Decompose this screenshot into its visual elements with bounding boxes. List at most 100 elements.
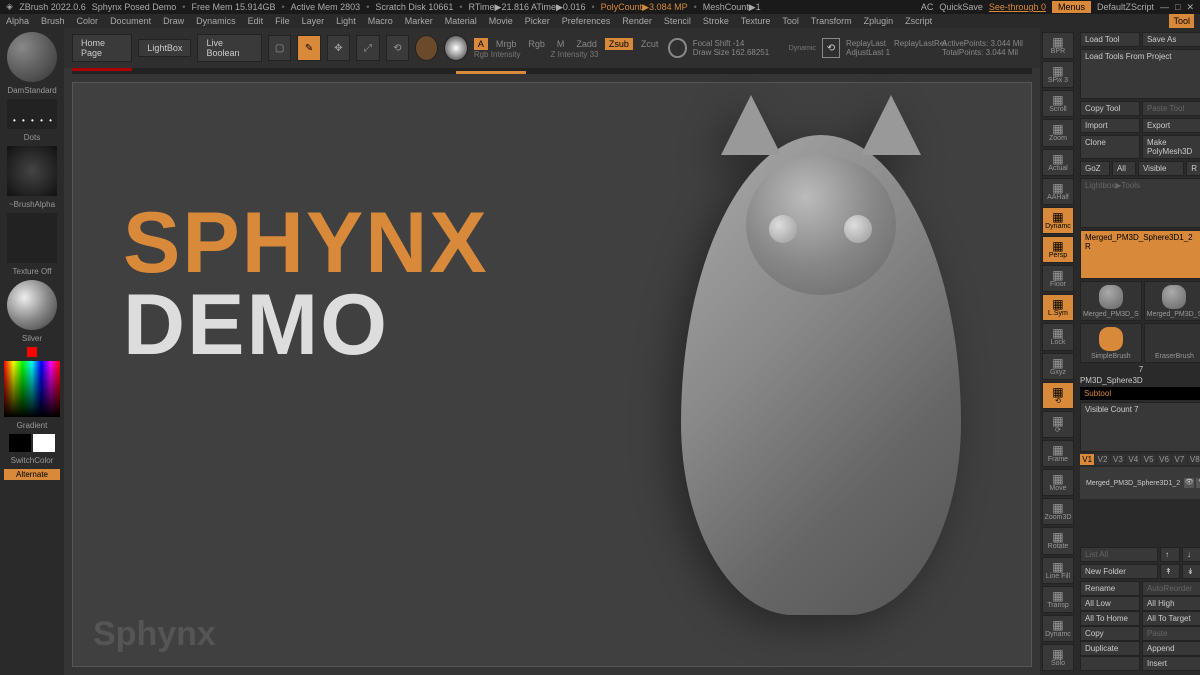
new-folder-button[interactable]: New Folder — [1080, 564, 1158, 579]
make-polymesh-button[interactable]: Make PolyMesh3D — [1142, 135, 1200, 159]
rt-rotate[interactable]: ▦Rotate — [1042, 527, 1074, 554]
nest-down-button[interactable]: ↡ — [1182, 564, 1200, 579]
v-button-v7[interactable]: V7 — [1172, 454, 1186, 465]
viewport[interactable]: SPHYNX DEMO Sphynx — [72, 82, 1032, 667]
load-tool-button[interactable]: Load Tool — [1080, 32, 1140, 47]
menu-file[interactable]: File — [275, 16, 290, 26]
all-high-button[interactable]: All High — [1142, 596, 1200, 611]
tool-thumb-2[interactable]: Merged_PM3D_S — [1144, 281, 1200, 321]
rt-actual[interactable]: ▦Actual — [1042, 149, 1074, 176]
home-page-button[interactable]: Home Page — [72, 34, 132, 62]
menu-brush[interactable]: Brush — [41, 16, 65, 26]
menu-layer[interactable]: Layer — [302, 16, 325, 26]
lightbox-button[interactable]: LightBox — [138, 39, 191, 57]
rt-scroll[interactable]: ▦Scroll — [1042, 90, 1074, 117]
draw-icon[interactable]: ✎ — [297, 35, 320, 61]
tool-thumb-1[interactable]: Merged_PM3D_S — [1080, 281, 1142, 321]
load-from-project-button[interactable]: Load Tools From Project — [1080, 49, 1200, 99]
rename-button[interactable]: Rename — [1080, 581, 1140, 596]
import-button[interactable]: Import — [1080, 118, 1140, 133]
menu-macro[interactable]: Macro — [368, 16, 393, 26]
rt-dynamc[interactable]: ▦Dynamc — [1042, 207, 1074, 234]
swatch-black[interactable] — [9, 434, 31, 452]
mode-zcut[interactable]: Zcut — [637, 38, 663, 50]
brush-icon[interactable]: ✎ — [1196, 478, 1200, 488]
swatch-white[interactable] — [33, 434, 55, 452]
eye-icon[interactable]: 👁 — [1184, 478, 1194, 488]
nest-up-button[interactable]: ↟ — [1160, 564, 1180, 579]
menu-edit[interactable]: Edit — [248, 16, 264, 26]
rt-zoom3d[interactable]: ▦Zoom3D — [1042, 498, 1074, 525]
v-button-v5[interactable]: V5 — [1141, 454, 1155, 465]
live-boolean-button[interactable]: Live Boolean — [197, 34, 261, 62]
menu-material[interactable]: Material — [445, 16, 477, 26]
menu-render[interactable]: Render — [622, 16, 652, 26]
menu-dynamics[interactable]: Dynamics — [196, 16, 236, 26]
rt-move[interactable]: ▦Move — [1042, 469, 1074, 496]
goz-all-button[interactable]: All — [1112, 161, 1136, 176]
rt-persp[interactable]: ▦Persp — [1042, 236, 1074, 263]
dynamic-toggle[interactable]: Dynamic — [789, 45, 816, 52]
replay-last-rel-button[interactable]: ReplayLastRel — [894, 39, 946, 48]
alpha-thumb[interactable] — [7, 146, 57, 196]
append-button[interactable]: Append — [1142, 641, 1200, 656]
goz-visible-button[interactable]: Visible — [1138, 161, 1184, 176]
focal-icon[interactable] — [668, 38, 686, 58]
alternate-button[interactable]: Alternate — [4, 469, 60, 480]
v-button-v2[interactable]: V2 — [1095, 454, 1109, 465]
rt-linefill[interactable]: ▦Line Fill — [1042, 557, 1074, 584]
rotate-icon[interactable]: ⟲ — [386, 35, 409, 61]
menu-zscript[interactable]: Zscript — [905, 16, 932, 26]
switch-color-button[interactable]: SwitchColor — [11, 456, 54, 465]
minimize-icon[interactable]: — — [1160, 2, 1169, 12]
menu-tool[interactable]: Tool — [782, 16, 799, 26]
paste-button[interactable]: Paste — [1142, 626, 1200, 641]
menu-movie[interactable]: Movie — [489, 16, 513, 26]
mode-zadd[interactable]: Zadd — [572, 38, 601, 50]
close-icon[interactable]: ✕ — [1186, 2, 1194, 13]
adjust-last-label[interactable]: AdjustLast 1 — [846, 48, 936, 57]
menu-stencil[interactable]: Stencil — [664, 16, 691, 26]
material-thumb[interactable] — [7, 280, 57, 330]
mode-zsub[interactable]: Zsub — [605, 38, 633, 50]
current-tool-name[interactable]: Merged_PM3D_Sphere3D1_2 R — [1080, 230, 1200, 280]
rt-[interactable]: ▦⟳ — [1042, 411, 1074, 438]
fg-color-swatch[interactable] — [27, 347, 37, 357]
subtool-item[interactable]: Merged_PM3D_Sphere3D1_2 👁✎ — [1080, 467, 1200, 499]
mode-a[interactable]: A — [474, 38, 488, 50]
all-low-button[interactable]: All Low — [1080, 596, 1140, 611]
menu-light[interactable]: Light — [336, 16, 356, 26]
edit-icon[interactable]: ▢ — [268, 35, 291, 61]
menu-stroke[interactable]: Stroke — [703, 16, 729, 26]
rt-solo[interactable]: ▦Solo — [1042, 644, 1074, 671]
texture-thumb[interactable] — [7, 213, 57, 263]
move-up-button[interactable]: ↑ — [1160, 547, 1180, 562]
menu-color[interactable]: Color — [77, 16, 99, 26]
menu-alpha[interactable]: Alpha — [6, 16, 29, 26]
brush-thumb[interactable] — [7, 32, 57, 82]
duplicate-button[interactable]: Duplicate — [1080, 641, 1140, 656]
goz-button[interactable]: GoZ — [1080, 161, 1110, 176]
empty-button[interactable] — [1080, 656, 1140, 671]
menu-marker[interactable]: Marker — [405, 16, 433, 26]
autoreorder-button[interactable]: AutoReorder — [1142, 581, 1200, 596]
color-picker[interactable] — [4, 361, 60, 417]
color-mode-icon[interactable] — [415, 35, 438, 61]
export-button[interactable]: Export — [1142, 118, 1200, 133]
rt-lock[interactable]: ▦Lock — [1042, 323, 1074, 350]
menus-button[interactable]: Menus — [1052, 1, 1091, 13]
rt-transp[interactable]: ▦Transp — [1042, 586, 1074, 613]
sphere-mode-icon[interactable] — [444, 35, 467, 61]
clone-button[interactable]: Clone — [1080, 135, 1140, 159]
focal-shift-label[interactable]: Focal Shift -14 — [693, 39, 783, 48]
z-intensity-label[interactable]: Z Intensity 33 — [551, 50, 599, 59]
mode-m[interactable]: M — [553, 38, 569, 50]
draw-size-label[interactable]: Draw Size 162.68251 — [693, 48, 783, 57]
v-button-v8[interactable]: V8 — [1188, 454, 1200, 465]
maximize-icon[interactable]: □ — [1175, 2, 1180, 12]
tool-thumb-4[interactable]: EraserBrush — [1144, 323, 1200, 363]
menu-picker[interactable]: Picker — [525, 16, 550, 26]
gradient-label[interactable]: Gradient — [17, 421, 48, 430]
v-button-v6[interactable]: V6 — [1157, 454, 1171, 465]
mode-rgb[interactable]: Rgb — [524, 38, 549, 50]
